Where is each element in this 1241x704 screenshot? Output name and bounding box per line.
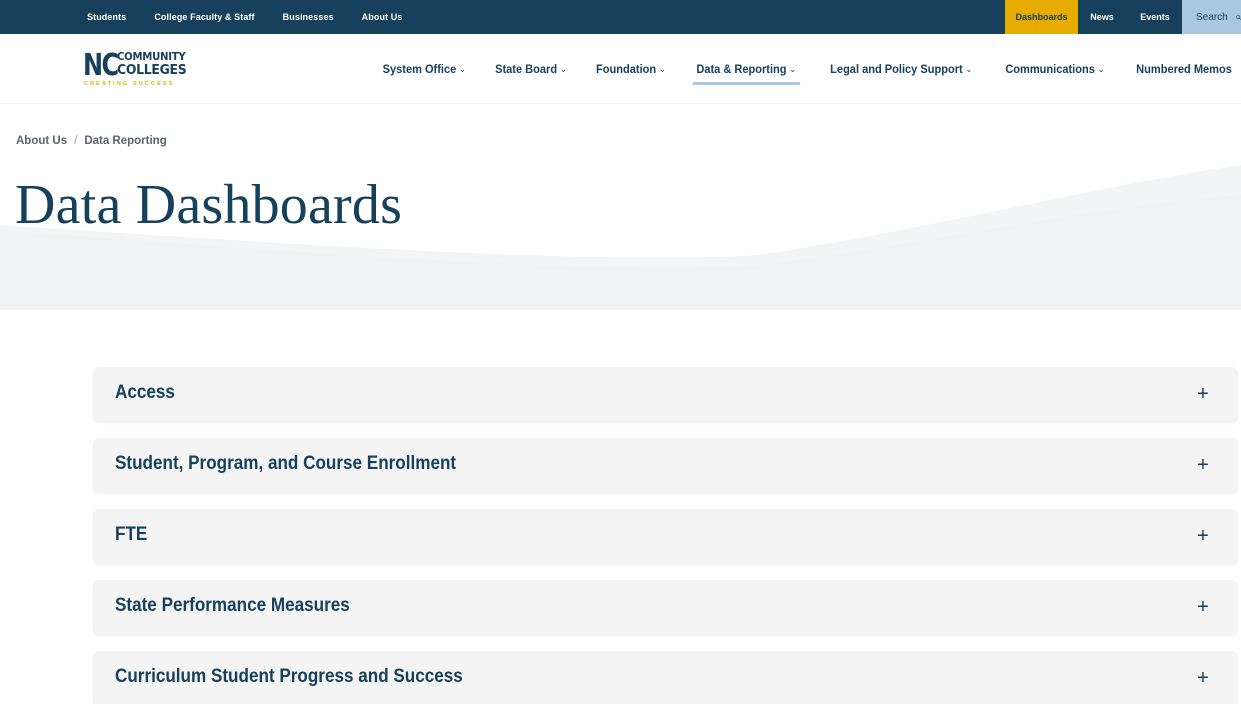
events-link[interactable]: Events [1128,0,1182,34]
logo-wordmark: COMMUNITY COLLEGES [117,51,187,78]
breadcrumb-about-us[interactable]: About Us [16,135,67,147]
nav-label: State Board [495,62,558,76]
plus-icon[interactable]: + [1193,597,1213,617]
breadcrumb-separator: / [74,135,78,147]
accordion-label: Access [115,382,175,403]
logo-nc: NC [83,48,119,83]
page-title: Data Dashboards [15,174,403,236]
plus-icon[interactable]: + [1193,526,1213,546]
site-header: NC COMMUNITY COLLEGES CREATING SUCCESS S… [0,34,1241,104]
students-link[interactable]: Students [73,12,140,22]
accordion-label: State Performance Measures [115,595,350,616]
plus-icon[interactable]: + [1193,455,1213,475]
nav-item-legal-policy[interactable]: Legal and Policy Support ⌄ [830,62,972,76]
plus-icon[interactable]: + [1193,384,1213,404]
page-hero: About Us / Data Reporting Data Dashboard… [0,105,1241,310]
chevron-down-icon: ⌄ [658,63,666,74]
accordion-item-access[interactable]: Access + [93,367,1238,423]
chevron-down-icon: ⌄ [1097,63,1105,74]
search-button[interactable]: Search [1182,0,1241,34]
plus-icon[interactable]: + [1193,668,1213,688]
logo-tagline: CREATING SUCCESS [84,81,175,87]
faculty-staff-link[interactable]: College Faculty & Staff [140,12,268,22]
audience-links: Students College Faculty & Staff Busines… [73,0,416,34]
nav-label: Communications [1005,62,1095,76]
accordion-label: Curriculum Student Progress and Success [115,666,463,687]
chevron-down-icon: ⌄ [964,63,972,74]
nc-community-colleges-logo[interactable]: NC COMMUNITY COLLEGES CREATING SUCCESS [83,51,193,91]
news-link[interactable]: News [1078,0,1126,34]
chevron-down-icon: ⌄ [789,63,797,74]
nav-label: Legal and Policy Support [829,62,963,76]
chevron-down-icon: ⌄ [560,63,567,74]
nav-label: Numbered Memos [1136,62,1232,76]
nav-item-state-board[interactable]: State Board ⌄ [495,62,567,76]
businesses-link[interactable]: Businesses [269,12,348,22]
nav-label: System Office [382,62,456,76]
nav-item-communications[interactable]: Communications ⌄ [1005,62,1104,76]
accordion-label: FTE [115,524,148,545]
main-nav: System Office ⌄ State Board ⌄ Foundation… [356,34,1241,104]
accordion-label: Student, Program, and Course Enrollment [115,453,457,474]
nav-item-numbered-memos[interactable]: Numbered Memos [1136,62,1232,76]
accordion-item-enrollment[interactable]: Student, Program, and Course Enrollment … [93,438,1238,494]
accordion-item-fte[interactable]: FTE + [93,509,1238,565]
utility-bar: Students College Faculty & Staff Busines… [0,0,1241,34]
chevron-down-icon: ⌄ [458,63,466,74]
about-us-link[interactable]: About Us [348,12,417,22]
dashboard-accordion: Access + Student, Program, and Course En… [93,367,1238,704]
dashboards-link[interactable]: Dashboards [1005,0,1078,34]
search-icon [1235,14,1241,20]
utility-right-links: Dashboards News Events Search [1005,0,1241,34]
nav-item-data-reporting[interactable]: Data & Reporting ⌄ [692,62,800,85]
nav-label: Data & Reporting [696,62,787,76]
nav-item-foundation[interactable]: Foundation ⌄ [596,62,666,76]
breadcrumb-data-reporting[interactable]: Data Reporting [84,135,166,147]
search-label: Search [1196,11,1228,23]
accordion-item-curriculum-progress[interactable]: Curriculum Student Progress and Success … [93,651,1238,704]
nav-item-system-office[interactable]: System Office ⌄ [382,62,465,76]
nav-label: Foundation [596,62,657,76]
breadcrumb: About Us / Data Reporting [16,135,167,147]
accordion-item-state-performance[interactable]: State Performance Measures + [93,580,1238,636]
logo-line-2: COLLEGES [117,62,187,78]
